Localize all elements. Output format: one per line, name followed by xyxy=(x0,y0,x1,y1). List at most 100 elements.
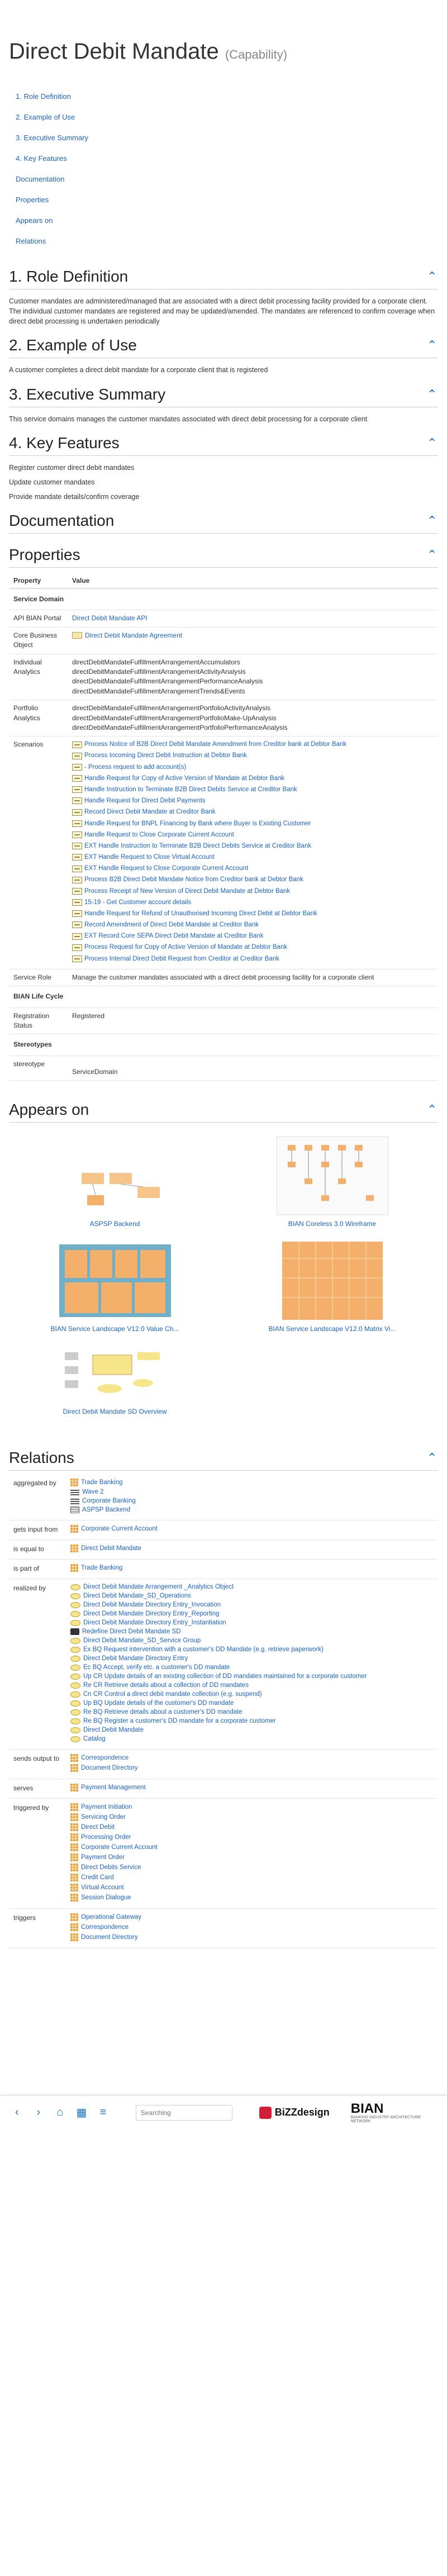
menu-icon[interactable]: ≡ xyxy=(97,2106,109,2119)
view-link[interactable]: BIAN Service Landscape V12.0 Matrix Vi..… xyxy=(269,1325,396,1333)
view-thumbnail-image[interactable] xyxy=(271,1239,394,1323)
toc-link-documentation[interactable]: Documentation xyxy=(16,175,64,183)
scenario-link[interactable]: Process Receipt of New Version of Direct… xyxy=(84,887,290,896)
chevron-right-icon[interactable]: › xyxy=(33,2106,45,2119)
view-thumbnail-image[interactable] xyxy=(54,1239,177,1323)
view-link[interactable]: BIAN Coreless 3.0 Wireframe xyxy=(288,1220,376,1228)
scenario-link[interactable]: Handle Request for Refund of Unauthorise… xyxy=(84,909,317,919)
relation-target-link[interactable]: Direct Debit Mandate Arrangement _Analyt… xyxy=(83,1584,234,1590)
relation-target-link[interactable]: Direct Debit Mandate Directory Entry xyxy=(83,1655,188,1662)
chevron-up-icon[interactable]: ⌃ xyxy=(427,549,438,561)
scenario-link[interactable]: EXT Handle Instruction to Terminate B2B … xyxy=(84,842,311,851)
scenario-link[interactable]: Record Amendment of Direct Debit Mandate… xyxy=(84,920,259,930)
view-link[interactable]: Direct Debit Mandate SD Overview xyxy=(63,1408,167,1415)
relation-target-link[interactable]: Direct Debit Mandate xyxy=(83,1727,144,1733)
scenario-link[interactable]: Handle Instruction to Terminate B2B Dire… xyxy=(84,785,297,795)
relation-target-link[interactable]: Ex BQ Request intervention with a custom… xyxy=(83,1646,324,1653)
view-thumbnail-card[interactable]: Direct Debit Mandate SD Overview xyxy=(9,1344,221,1415)
toc-link-key-features[interactable]: 4. Key Features xyxy=(16,154,67,163)
relation-target-link[interactable]: Direct Debits Service xyxy=(81,1864,141,1871)
relation-target-link[interactable]: Direct Debit Mandate Directory Entry_Inv… xyxy=(83,1601,221,1608)
relation-target-link[interactable]: Re BQ Retrieve details about a customer'… xyxy=(83,1709,242,1715)
relation-target-link[interactable]: Session Dialogue xyxy=(81,1894,131,1901)
relation-target-link[interactable]: Catalog xyxy=(83,1736,106,1742)
relation-target-link[interactable]: Wave 2 xyxy=(82,1489,104,1495)
relation-target-link[interactable]: Operational Gateway xyxy=(81,1914,141,1921)
scenario-link[interactable]: Process Internal Direct Debit Request fr… xyxy=(84,954,279,964)
scenario-link[interactable]: EXT Handle Request to Close Virtual Acco… xyxy=(84,853,215,862)
relation-target-link[interactable]: Re BQ Register a customer's DD mandate f… xyxy=(83,1718,276,1724)
relation-target-link[interactable]: Direct Debit xyxy=(81,1824,115,1831)
scenario-link[interactable]: Handle Request to Close Corporate Curren… xyxy=(84,830,234,840)
relation-target-link[interactable]: Cn CR Control a direct debit mandate col… xyxy=(83,1691,262,1698)
relation-target-link[interactable]: Payment Management xyxy=(81,1784,146,1791)
chevron-up-icon[interactable]: ⌃ xyxy=(427,1104,438,1116)
relation-target-link[interactable]: Document Directory xyxy=(81,1934,138,1941)
scenario-link[interactable]: 15-19 - Get Customer account details xyxy=(84,898,191,907)
relation-target-link[interactable]: Trade Banking xyxy=(81,1479,122,1486)
scenario-link[interactable]: Process Incoming Direct Debit Instructio… xyxy=(84,751,247,761)
chevron-up-icon[interactable]: ⌃ xyxy=(427,515,438,527)
relation-target-link[interactable]: ASPSP Backend xyxy=(82,1506,130,1513)
scenario-link[interactable]: EXT Handle Request to Close Corporate Cu… xyxy=(84,864,248,873)
relation-target-link[interactable]: Payment Initiation xyxy=(81,1804,132,1810)
relation-target-link[interactable]: Redefine Direct Debit Mandate SD xyxy=(82,1628,180,1635)
relation-target-link[interactable]: Document Directory xyxy=(81,1765,138,1771)
scenario-link[interactable]: Process Notice of B2B Direct Debit Manda… xyxy=(84,740,346,749)
relation-target-link[interactable]: Trade Banking xyxy=(81,1565,122,1571)
relation-target-link[interactable]: Correspondence xyxy=(81,1755,129,1761)
chevron-up-icon[interactable]: ⌃ xyxy=(427,1452,438,1464)
api-portal-link[interactable]: Direct Debit Mandate API xyxy=(72,614,148,622)
view-thumbnail-image[interactable] xyxy=(54,1134,177,1218)
scenario-link[interactable]: EXT Record Core SEPA Direct Debit Mandat… xyxy=(84,931,263,941)
home-icon[interactable]: ⌂ xyxy=(54,2106,66,2119)
relation-target-link[interactable]: Direct Debit Mandate_SD_Operations xyxy=(83,1593,191,1599)
view-link[interactable]: BIAN Service Landscape V12.0 Value Ch... xyxy=(51,1325,179,1333)
scenario-link[interactable]: Handle Request for Direct Debit Payments xyxy=(84,796,206,806)
relation-target-link[interactable]: Servicing Order xyxy=(81,1814,126,1821)
relation-target-link[interactable]: Re CR Retrieve details about a collectio… xyxy=(83,1682,249,1689)
toc-link-example-of-use[interactable]: 2. Example of Use xyxy=(16,113,75,121)
search-input[interactable] xyxy=(135,2104,232,2121)
relation-target-link[interactable]: Corporate Current Account xyxy=(81,1525,158,1532)
grid-icon[interactable]: ▦ xyxy=(76,2106,88,2119)
toc-link-role-definition[interactable]: 1. Role Definition xyxy=(16,92,71,101)
chevron-up-icon[interactable]: ⌃ xyxy=(427,388,438,400)
chevron-up-icon[interactable]: ⌃ xyxy=(427,270,438,283)
relation-target-link[interactable]: Direct Debit Mandate_SD_Service Group xyxy=(83,1637,201,1644)
relation-target-link[interactable]: Virtual Account xyxy=(81,1884,124,1891)
scenario-link[interactable]: Process B2B Direct Debit Mandate Notice … xyxy=(84,875,303,885)
scenario-link[interactable]: - Process request to add account(s) xyxy=(84,763,186,772)
relation-target-link[interactable]: Payment Order xyxy=(81,1854,125,1861)
view-thumbnail-card[interactable]: BIAN Coreless 3.0 Wireframe xyxy=(226,1134,438,1228)
chevron-left-icon[interactable]: ‹ xyxy=(11,2106,23,2119)
scenario-link[interactable]: Process Request for Copy of Active Versi… xyxy=(84,943,287,952)
view-thumbnail-image[interactable] xyxy=(54,1344,177,1405)
relation-target-link[interactable]: Direct Debit Mandate Directory Entry_Ins… xyxy=(83,1619,226,1626)
relation-target-link[interactable]: Up CR Update details of an existing coll… xyxy=(83,1673,367,1680)
chevron-up-icon[interactable]: ⌃ xyxy=(427,339,438,351)
toc-link-appears-on[interactable]: Appears on xyxy=(16,216,53,225)
view-thumbnail-image[interactable] xyxy=(271,1134,394,1218)
scenario-link[interactable]: Record Direct Debit Mandate at Creditor … xyxy=(84,807,216,817)
relation-target-link[interactable]: Corporate Current Account xyxy=(81,1844,158,1851)
relation-target-link[interactable]: Direct Debit Mandate Directory Entry_Rep… xyxy=(83,1610,220,1617)
relation-target-link[interactable]: Up BQ Update details of the customer's D… xyxy=(83,1700,234,1707)
scenario-link[interactable]: Handle Request for BNPL Financing by Ban… xyxy=(84,819,311,829)
relation-target-link[interactable]: Correspondence xyxy=(81,1924,129,1931)
toc-link-properties[interactable]: Properties xyxy=(16,196,49,204)
view-thumbnail-card[interactable]: ASPSP Backend xyxy=(9,1134,221,1228)
toc-link-relations[interactable]: Relations xyxy=(16,237,46,245)
chevron-up-icon[interactable]: ⌃ xyxy=(427,436,438,449)
relation-target-link[interactable]: Corporate Banking xyxy=(82,1498,136,1504)
view-thumbnail-card[interactable]: BIAN Service Landscape V12.0 Value Ch... xyxy=(9,1239,221,1333)
scenario-link[interactable]: Handle Request for Copy of Active Versio… xyxy=(84,774,284,783)
relation-target-link[interactable]: Ec BQ Accept, verify etc. a customer's D… xyxy=(83,1664,230,1671)
relation-target-link[interactable]: Direct Debit Mandate xyxy=(81,1545,141,1552)
core-business-object-link[interactable]: Direct Debit Mandate Agreement xyxy=(85,631,182,640)
toc-link-executive-summary[interactable]: 3. Executive Summary xyxy=(16,134,88,142)
relation-target-link[interactable]: Credit Card xyxy=(81,1874,114,1881)
view-thumbnail-card[interactable]: BIAN Service Landscape V12.0 Matrix Vi..… xyxy=(226,1239,438,1333)
view-link[interactable]: ASPSP Backend xyxy=(90,1220,140,1228)
relation-target-link[interactable]: Processing Order xyxy=(81,1834,131,1841)
